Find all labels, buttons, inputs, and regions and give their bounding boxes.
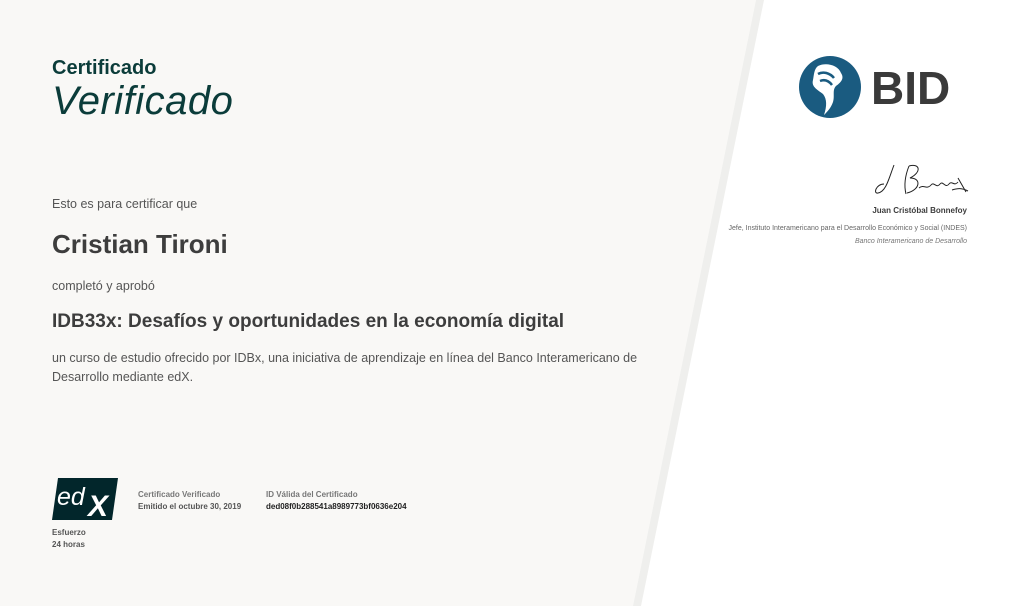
verified-info: Certificado Verificado Emitido el octubr…: [138, 489, 241, 513]
certificate-id-label: ID Válida del Certificado: [266, 490, 358, 499]
svg-text:ed: ed: [57, 483, 86, 511]
edx-logo: ed X: [52, 478, 118, 520]
course-title: IDB33x: Desafíos y oportunidades en la e…: [52, 311, 565, 332]
bid-logo-text: BID: [871, 62, 950, 114]
effort-info: Esfuerzo 24 horas: [52, 527, 86, 551]
signatory-title: Jefe, Instituto Interamericano para el D…: [728, 225, 968, 232]
heading-line-1: Certificado: [52, 57, 157, 79]
certificate-heading: Certificado Verificado: [52, 57, 233, 123]
course-description: un curso de estudio ofrecido por IDBx, u…: [52, 351, 638, 384]
bid-logo: BID: [799, 56, 950, 118]
signatory-organization: Banco Interamericano de Desarrollo: [854, 238, 967, 245]
intro-text: Esto es para certificar que: [52, 197, 198, 211]
signatory-block: Juan Cristóbal Bonnefoy Jefe, Instituto …: [729, 205, 968, 248]
certificate-id-value: ded08f0b288541a8989773bf0636e204: [266, 502, 407, 511]
verified-label: Certificado Verificado: [138, 490, 221, 499]
effort-label: Esfuerzo: [52, 528, 86, 537]
signatory-name: Juan Cristóbal Bonnefoy: [872, 206, 967, 215]
issued-date: Emitido el octubre 30, 2019: [138, 502, 242, 511]
effort-value: 24 horas: [52, 540, 85, 549]
completed-text: completó y aprobó: [52, 279, 155, 293]
learner-name: Cristian Tironi: [52, 229, 228, 259]
svg-text:X: X: [86, 490, 110, 520]
signature: [875, 164, 969, 195]
certificate-id-info: ID Válida del Certificado ded08f0b288541…: [266, 489, 407, 513]
heading-line-2: Verificado: [52, 79, 234, 123]
